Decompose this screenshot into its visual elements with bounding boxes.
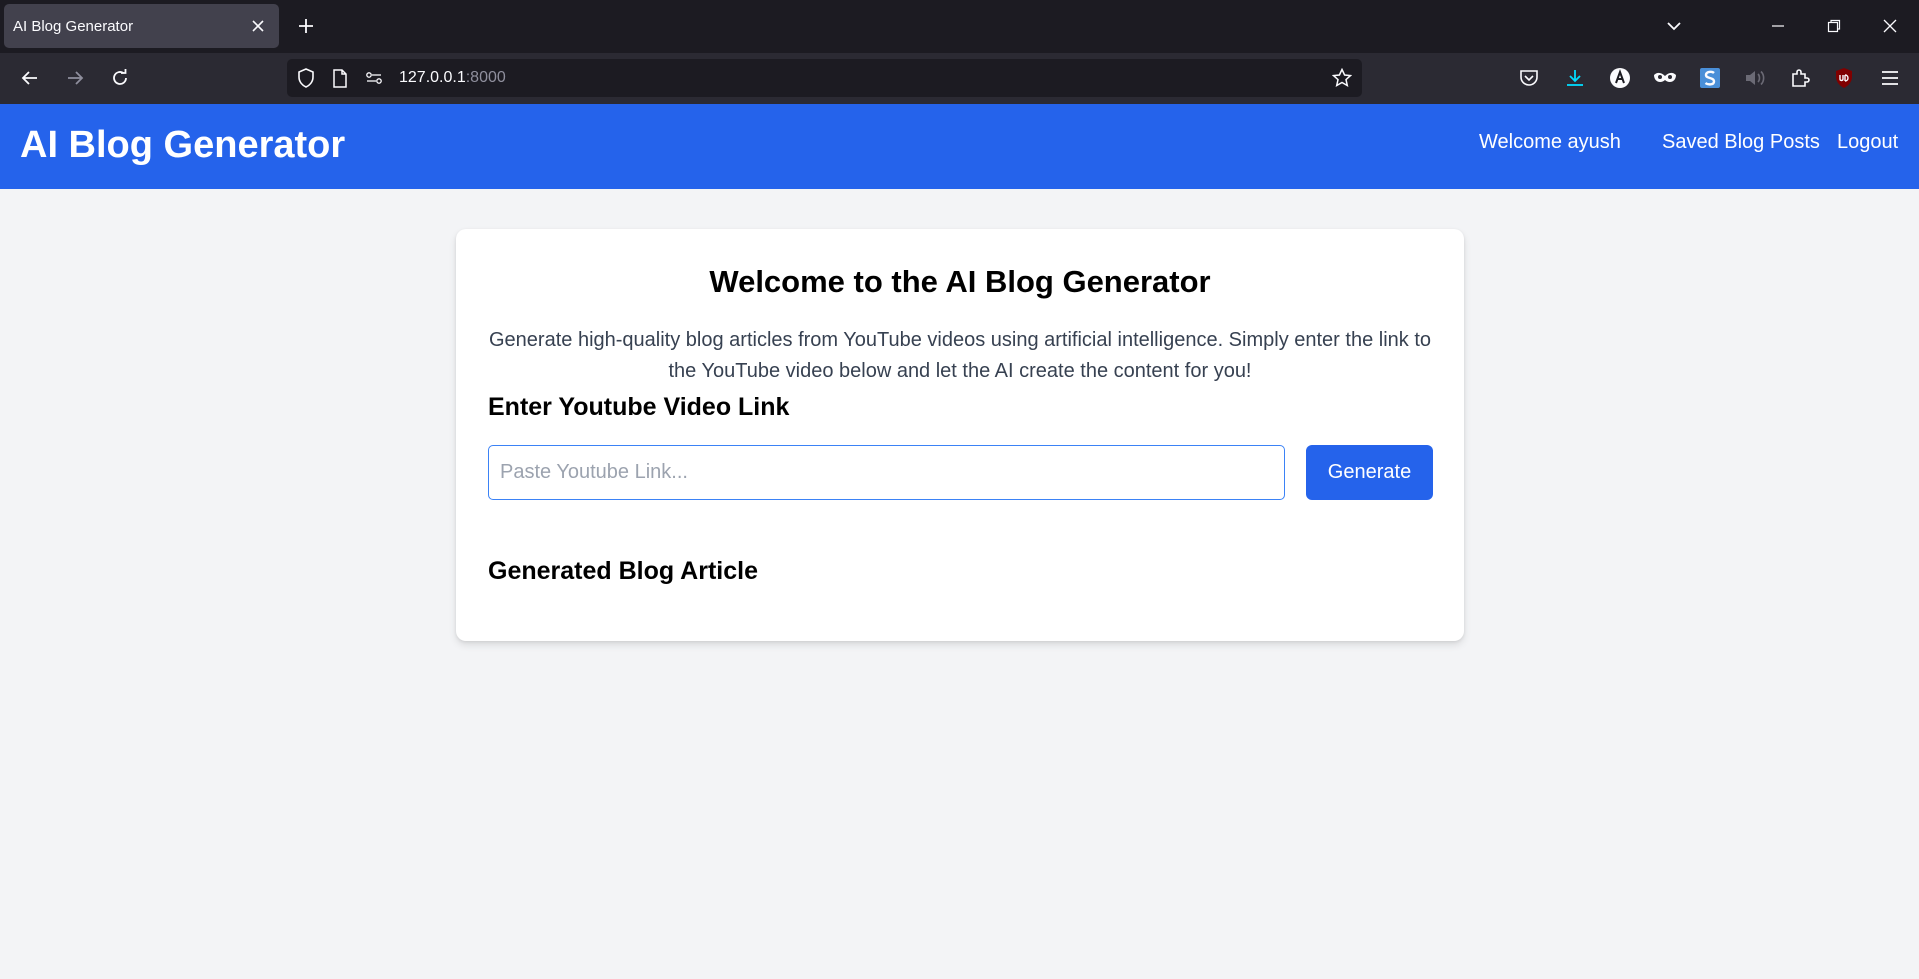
volume-icon[interactable] — [1737, 60, 1773, 96]
pocket-icon[interactable] — [1511, 60, 1547, 96]
app-title: AI Blog Generator — [20, 124, 346, 166]
s-extension-icon[interactable] — [1692, 60, 1728, 96]
youtube-link-label: Enter Youtube Video Link — [488, 393, 790, 421]
minimize-icon[interactable] — [1760, 8, 1796, 44]
tab-close-icon[interactable] — [247, 15, 269, 37]
permissions-icon[interactable] — [355, 60, 393, 96]
browser-tab-strip: AI Blog Generator — [0, 0, 1919, 53]
tab-title: AI Blog Generator — [13, 17, 134, 35]
generated-article-heading: Generated Blog Article — [488, 557, 758, 585]
reload-icon[interactable] — [102, 60, 138, 96]
close-window-icon[interactable] — [1872, 8, 1908, 44]
youtube-link-input[interactable] — [488, 445, 1285, 500]
forward-arrow-icon[interactable] — [57, 60, 93, 96]
back-arrow-icon[interactable] — [12, 60, 48, 96]
tab-list-chevron-down-icon[interactable] — [1656, 8, 1692, 44]
welcome-user-link[interactable]: Welcome ayush — [1479, 131, 1621, 154]
saved-blog-posts-link[interactable]: Saved Blog Posts — [1662, 131, 1820, 154]
app-header: AI Blog Generator Welcome ayush Saved Bl… — [0, 104, 1919, 189]
browser-tab[interactable]: AI Blog Generator — [4, 4, 279, 48]
extensions-puzzle-icon[interactable] — [1782, 60, 1818, 96]
bookmark-star-icon[interactable] — [1324, 60, 1360, 96]
app-menu-hamburger-icon[interactable] — [1872, 60, 1908, 96]
ublock-shield-icon[interactable] — [1826, 60, 1862, 96]
browser-nav-bar: 127.0.0.1:8000 — [0, 53, 1919, 104]
url-text[interactable]: 127.0.0.1:8000 — [399, 69, 506, 87]
page-title: Welcome to the AI Blog Generator — [709, 264, 1211, 299]
new-tab-icon[interactable] — [288, 8, 324, 44]
url-bar[interactable]: 127.0.0.1:8000 — [287, 59, 1362, 97]
extension-a-icon[interactable] — [1602, 60, 1638, 96]
shield-icon[interactable] — [287, 60, 325, 96]
generate-button[interactable]: Generate — [1306, 445, 1433, 500]
page-description: Generate high-quality blog articles from… — [489, 329, 1431, 382]
url-port: :8000 — [465, 69, 506, 86]
page-icon[interactable] — [321, 60, 359, 96]
url-host: 127.0.0.1 — [399, 69, 466, 86]
logout-link[interactable]: Logout — [1837, 131, 1898, 154]
download-icon[interactable] — [1557, 60, 1593, 96]
mask-extension-icon[interactable] — [1647, 60, 1683, 96]
restore-icon[interactable] — [1816, 8, 1852, 44]
generator-card: Welcome to the AI Blog Generator Generat… — [456, 229, 1464, 641]
